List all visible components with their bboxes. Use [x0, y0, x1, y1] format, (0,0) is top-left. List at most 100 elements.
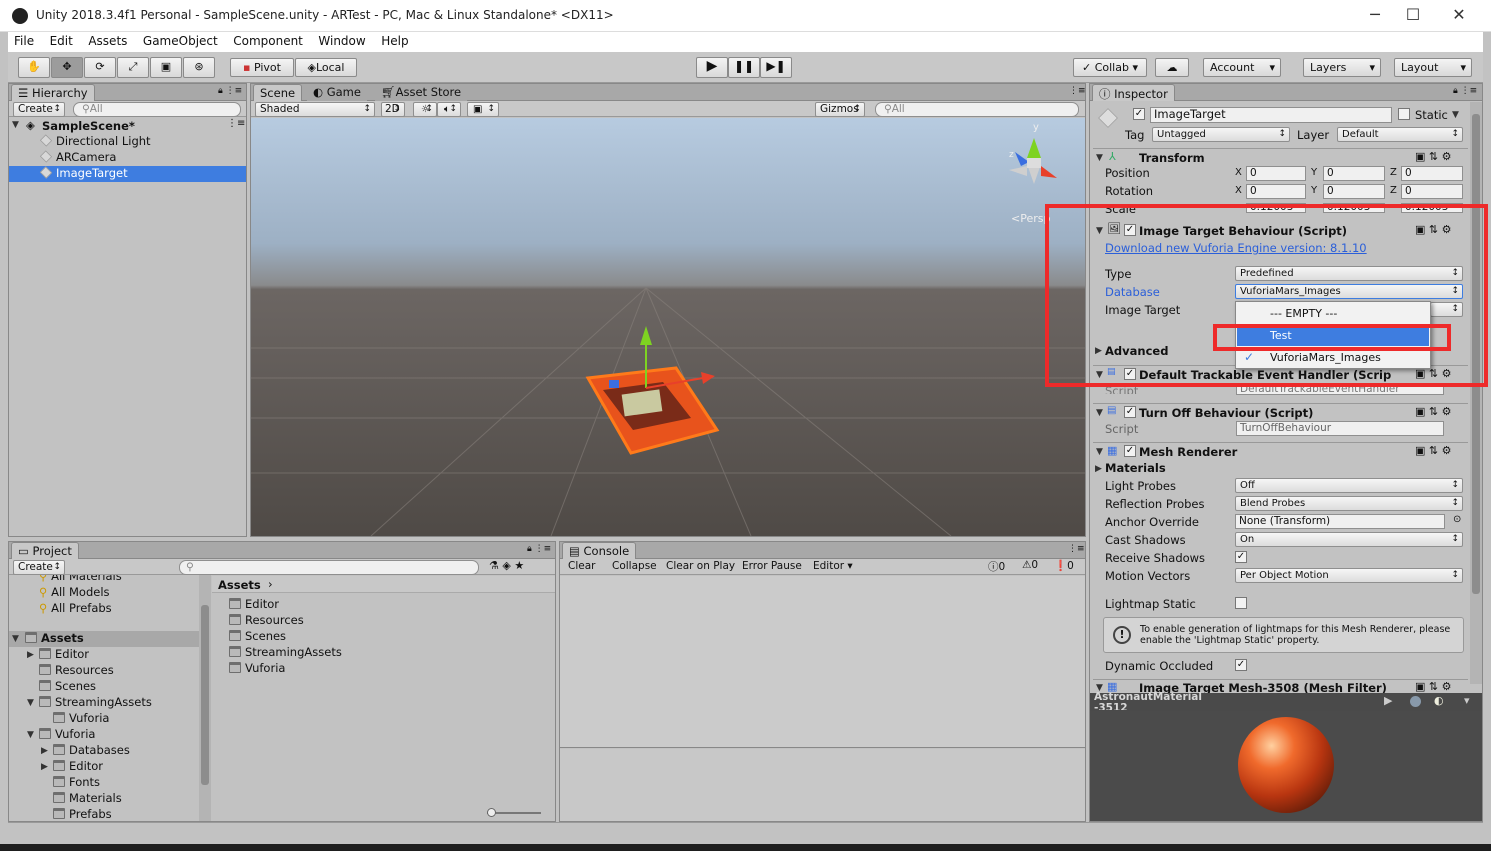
- turn-off-behaviour-header[interactable]: ▼ ▤ ✓ Turn Off Behaviour (Script) ▣ ⇅ ⚙: [1093, 403, 1468, 421]
- menu-file[interactable]: File: [8, 32, 40, 48]
- tree-item[interactable]: Materials: [53, 791, 122, 807]
- expand-arrow-icon[interactable]: ▼: [12, 120, 19, 130]
- transform-tool-icon[interactable]: ⊛: [183, 57, 215, 78]
- close-button[interactable]: ✕: [1436, 0, 1482, 32]
- project-create-button[interactable]: Create: [13, 560, 65, 575]
- step-button[interactable]: ▶❚: [760, 57, 792, 78]
- console-detail-area[interactable]: [560, 749, 1085, 821]
- preview-sphere-icon[interactable]: [1410, 696, 1421, 707]
- gizmos-dropdown[interactable]: Gizmos: [815, 102, 865, 117]
- move-tool-icon[interactable]: ✥: [51, 57, 83, 78]
- tab-inspector[interactable]: ⓘ Inspector: [1092, 84, 1175, 101]
- component-enabled-checkbox[interactable]: ✓: [1124, 445, 1136, 457]
- favorite-item[interactable]: ⚲ All Materials: [39, 575, 122, 585]
- tree-item[interactable]: Vuforia: [53, 711, 109, 727]
- local-button[interactable]: ◈Local: [295, 58, 357, 77]
- toggle-2d-button[interactable]: 2D: [381, 102, 405, 117]
- maximize-button[interactable]: ☐: [1390, 0, 1436, 32]
- menu-component[interactable]: Component: [227, 32, 309, 48]
- icon-size-slider[interactable]: [487, 808, 541, 817]
- tree-item[interactable]: ▼ Vuforia: [27, 727, 95, 743]
- object-name-field[interactable]: ImageTarget: [1150, 107, 1392, 123]
- active-checkbox[interactable]: ✓: [1133, 108, 1145, 120]
- audio-toggle-icon[interactable]: 🔈︎: [437, 102, 461, 117]
- collapse-arrow-icon[interactable]: ▼: [1096, 447, 1103, 457]
- tab-hierarchy[interactable]: ☰ Hierarchy: [11, 84, 95, 101]
- light-probes-dropdown[interactable]: Off: [1235, 478, 1463, 493]
- image-target-card[interactable]: [585, 366, 720, 455]
- tree-item[interactable]: ▶ Editor: [27, 647, 89, 663]
- console-menu-icon[interactable]: ⋮≡: [1068, 544, 1085, 554]
- collapse-arrow-icon[interactable]: ▼: [1096, 408, 1103, 418]
- hierarchy-item-directional-light[interactable]: Directional Light: [9, 134, 246, 150]
- lighting-toggle-icon[interactable]: ☼: [413, 102, 437, 117]
- tab-game[interactable]: ◐ Game: [307, 84, 367, 101]
- console-log-area[interactable]: [560, 576, 1085, 748]
- file-item[interactable]: Resources: [229, 613, 304, 629]
- receive-shadows-checkbox[interactable]: ✓: [1235, 551, 1247, 563]
- component-icons[interactable]: ▣ ⇅ ⚙: [1415, 405, 1451, 418]
- tree-item[interactable]: ▶ Editor: [41, 759, 103, 775]
- reflection-probes-dropdown[interactable]: Blend Probes: [1235, 496, 1463, 511]
- file-item[interactable]: Editor: [229, 597, 279, 613]
- component-icons[interactable]: ▣ ⇅ ⚙: [1415, 444, 1451, 457]
- scene-menu-icon[interactable]: ⋮≡: [1069, 86, 1086, 96]
- static-dropdown-icon[interactable]: ▼: [1452, 110, 1459, 120]
- position-z-field[interactable]: 0: [1401, 166, 1463, 181]
- component-icons[interactable]: ▣ ⇅ ⚙: [1415, 680, 1451, 693]
- rotate-tool-icon[interactable]: ⟳: [84, 57, 116, 78]
- static-checkbox[interactable]: [1398, 108, 1410, 120]
- menu-assets[interactable]: Assets: [82, 32, 133, 48]
- object-picker-icon[interactable]: ⊙: [1453, 514, 1461, 525]
- hierarchy-search-input[interactable]: ⚲All: [73, 102, 241, 117]
- rotation-z-field[interactable]: 0: [1401, 184, 1463, 199]
- console-clear-on-play-button[interactable]: Clear on Play: [666, 560, 735, 572]
- pause-button[interactable]: ❚❚: [728, 57, 760, 78]
- tab-console[interactable]: ▤ Console: [562, 542, 637, 559]
- scrollbar[interactable]: [1470, 102, 1482, 684]
- preview-play-icon[interactable]: ▶: [1384, 694, 1392, 707]
- tree-item[interactable]: Scenes: [39, 679, 96, 695]
- tree-item[interactable]: ▶ Databases: [41, 743, 130, 759]
- shading-mode-dropdown[interactable]: Shaded: [255, 102, 375, 117]
- expand-arrow-icon[interactable]: ▼: [27, 698, 34, 708]
- cloud-button[interactable]: ☁: [1155, 58, 1189, 77]
- preview-menu-icon[interactable]: ▾: [1464, 694, 1470, 707]
- error-count[interactable]: ❗0: [1054, 559, 1074, 572]
- layers-dropdown[interactable]: Layers ▾: [1303, 58, 1381, 77]
- file-item[interactable]: StreamingAssets: [229, 645, 342, 661]
- transform-header[interactable]: ▼ ⅄ Transform ▣ ⇅ ⚙: [1093, 148, 1468, 166]
- menu-help[interactable]: Help: [375, 32, 414, 48]
- menu-window[interactable]: Window: [312, 32, 371, 48]
- scene-search-input[interactable]: ⚲All: [875, 102, 1079, 117]
- motion-vectors-dropdown[interactable]: Per Object Motion: [1235, 568, 1463, 583]
- tree-item[interactable]: Prefabs: [53, 807, 112, 821]
- layer-dropdown[interactable]: Default: [1337, 127, 1463, 142]
- console-clear-button[interactable]: Clear: [568, 560, 595, 572]
- project-menu-icon[interactable]: 🔒︎ ⋮≡: [527, 544, 551, 554]
- component-enabled-checkbox[interactable]: ✓: [1124, 406, 1136, 418]
- position-y-field[interactable]: 0: [1323, 166, 1385, 181]
- tab-project[interactable]: ▭ Project: [11, 542, 79, 559]
- file-item[interactable]: Vuforia: [229, 661, 285, 677]
- mesh-filter-header[interactable]: ▼ ▦ Image Target Mesh-3508 (Mesh Filter)…: [1093, 679, 1468, 693]
- log-count[interactable]: ⓘ0: [988, 559, 1005, 574]
- expand-arrow-icon[interactable]: ▼: [12, 634, 19, 644]
- favorite-item[interactable]: ⚲ All Models: [39, 585, 110, 601]
- mesh-renderer-header[interactable]: ▼ ▦ ✓ Mesh Renderer ▣ ⇅ ⚙: [1093, 442, 1468, 460]
- scene-viewport[interactable]: y z <Persp: [251, 118, 1085, 536]
- tree-item[interactable]: ▼ StreamingAssets: [27, 695, 152, 711]
- dynamic-occluded-checkbox[interactable]: ✓: [1235, 659, 1247, 671]
- console-editor-dropdown[interactable]: Editor ▾: [813, 560, 853, 572]
- menu-edit[interactable]: Edit: [44, 32, 79, 48]
- lock-icon[interactable]: 🔒︎ ⋮≡: [218, 86, 242, 96]
- expand-arrow-icon[interactable]: ▶: [41, 762, 48, 772]
- material-preview[interactable]: [1090, 711, 1482, 821]
- pivot-button[interactable]: ▪ Pivot: [230, 58, 294, 77]
- scale-tool-icon[interactable]: ⤢: [117, 57, 149, 78]
- hierarchy-item-arcamera[interactable]: ARCamera: [9, 150, 246, 166]
- hand-tool-icon[interactable]: ✋: [18, 57, 50, 78]
- expand-arrow-icon[interactable]: ▶: [41, 746, 48, 756]
- tree-item-assets[interactable]: ▼ Assets: [9, 631, 199, 647]
- scene-menu-icon[interactable]: ⋮≡: [227, 118, 245, 129]
